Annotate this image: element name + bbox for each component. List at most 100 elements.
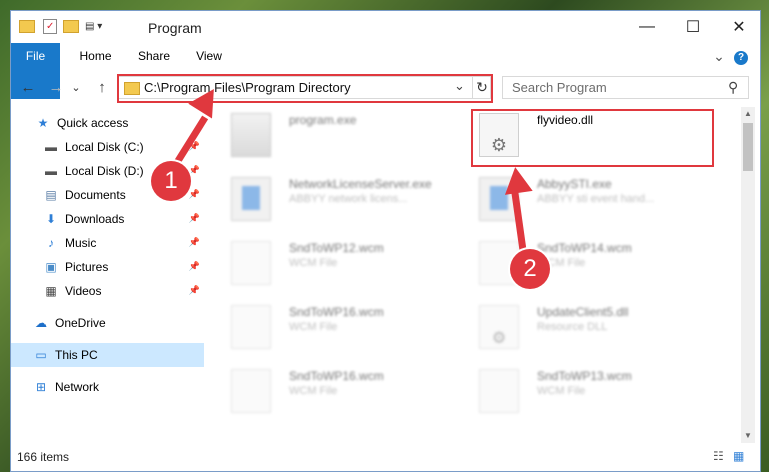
help-glyph: ? [734, 51, 748, 65]
file-name: NetworkLicenseServer.exe [289, 177, 432, 191]
file-item[interactable]: program.exe [211, 107, 451, 163]
star-icon: ★ [37, 116, 49, 130]
file-item[interactable]: SndToWP16.wcm WCM File [211, 363, 451, 419]
forward-button[interactable]: → [45, 77, 67, 97]
file-name: UpdateClient5.dll [537, 305, 629, 319]
pin-icon[interactable]: 📌 [189, 189, 200, 200]
sidebar-item-downloads[interactable]: ⬇ Downloads 📌 [11, 207, 204, 231]
vertical-scrollbar[interactable]: ▲ ▼ [741, 107, 755, 443]
file-name: SndToWP14.wcm [537, 241, 632, 255]
documents-icon: ▤ [45, 188, 57, 202]
tab-home[interactable]: Home [73, 43, 118, 69]
pictures-icon: ▣ [45, 260, 57, 274]
pin-icon[interactable]: 📌 [189, 285, 200, 296]
step-badge-1: 1 [151, 161, 191, 201]
status-bar: 166 items ☷ ▦ [11, 443, 760, 471]
minimize-button[interactable]: — [624, 11, 670, 43]
exe-icon [231, 177, 271, 221]
title-bar: ✓ ▤ ▾ Program — ☐ ✕ [11, 11, 760, 43]
recent-locations-button[interactable]: ⌄ [69, 77, 83, 97]
dll-gear-icon: ⚙ [479, 305, 519, 349]
file-description: WCM File [289, 321, 338, 333]
search-placeholder: Search Program [512, 80, 607, 95]
file-description: WCM File [289, 257, 338, 269]
maximize-button[interactable]: ☐ [670, 11, 716, 43]
videos-icon: ▦ [45, 284, 57, 298]
file-item[interactable]: ⚙ UpdateClient5.dll Resource DLL [459, 299, 699, 355]
sidebar-item-label: This PC [55, 348, 98, 362]
pin-icon[interactable]: 📌 [189, 261, 200, 272]
sidebar-item-label: Documents [65, 188, 126, 202]
scroll-up-arrow[interactable]: ▲ [741, 107, 755, 121]
expand-ribbon-icon[interactable]: ⌄ [711, 43, 727, 69]
sidebar-item-pictures[interactable]: ▣ Pictures 📌 [11, 255, 204, 279]
file-item[interactable]: SndToWP14.wcm WCM File [459, 235, 699, 291]
sidebar-item-label: OneDrive [55, 316, 106, 330]
file-description: ABBYY network licens... [289, 193, 408, 205]
explorer-window: ✓ ▤ ▾ Program — ☐ ✕ File Home Share View… [10, 10, 761, 472]
file-highlight [471, 109, 714, 167]
large-icons-view-icon[interactable]: ▦ [733, 449, 744, 463]
folder-icon[interactable] [19, 20, 35, 33]
pin-icon[interactable]: 📌 [189, 165, 200, 176]
file-item[interactable]: NetworkLicenseServer.exe ABBYY network l… [211, 171, 451, 227]
sidebar-item-onedrive[interactable]: ☁ OneDrive [11, 311, 204, 335]
file-item[interactable]: SndToWP12.wcm WCM File [211, 235, 451, 291]
sidebar-item-music[interactable]: ♪ Music 📌 [11, 231, 204, 255]
document-icon [231, 305, 271, 349]
pin-icon[interactable]: 📌 [189, 237, 200, 248]
file-name: SndToWP16.wcm [289, 369, 384, 383]
sidebar-item-label: Downloads [65, 212, 125, 226]
sidebar-item-label: Videos [65, 284, 102, 298]
quick-access-toolbar: ✓ ▤ ▾ [19, 19, 102, 34]
cloud-icon: ☁ [35, 316, 47, 330]
document-icon [479, 369, 519, 413]
file-item[interactable]: SndToWP16.wcm WCM File [211, 299, 451, 355]
file-name: program.exe [289, 113, 357, 127]
file-description: WCM File [289, 385, 338, 397]
address-bar-highlight [117, 74, 493, 103]
sidebar-item-videos[interactable]: ▦ Videos 📌 [11, 279, 204, 303]
sidebar-item-local-disk-c[interactable]: ▬ Local Disk (C:) 📌 [11, 135, 204, 159]
file-item[interactable]: AbbyySTI.exe ABBYY sti event hand... [459, 171, 699, 227]
scroll-thumb[interactable] [743, 123, 753, 171]
tab-view[interactable]: View [188, 43, 230, 69]
drive-icon: ▬ [45, 164, 57, 178]
window-title: Program [148, 20, 202, 36]
network-icon: ⊞ [35, 380, 47, 394]
file-name: SndToWP12.wcm [289, 241, 384, 255]
search-input[interactable]: Search Program ⚲ [502, 76, 749, 99]
sidebar-item-label: Music [65, 236, 97, 250]
ribbon-tabs: File Home Share View ⌄ ? [11, 43, 760, 99]
file-description: Resource DLL [537, 321, 608, 333]
document-icon [231, 369, 271, 413]
up-button[interactable]: ↑ [91, 77, 113, 97]
new-folder-icon[interactable] [63, 20, 79, 33]
properties-icon[interactable]: ✓ [43, 19, 57, 34]
pin-icon[interactable]: 📌 [189, 213, 200, 224]
music-icon: ♪ [48, 236, 54, 250]
close-button[interactable]: ✕ [716, 11, 760, 43]
sidebar-item-this-pc[interactable]: ▭ This PC [11, 343, 204, 367]
computer-icon: ▭ [35, 348, 47, 362]
arrowhead-2-icon [501, 165, 533, 195]
step-badge-2: 2 [510, 249, 550, 289]
help-icon[interactable]: ? [733, 43, 749, 69]
scroll-down-arrow[interactable]: ▼ [741, 429, 755, 443]
back-button[interactable]: ← [17, 77, 39, 97]
sidebar-item-quick-access[interactable]: ★ Quick access [11, 111, 204, 135]
sidebar-item-label: Pictures [65, 260, 109, 274]
sidebar-item-network[interactable]: ⊞ Network [11, 375, 204, 399]
search-icon[interactable]: ⚲ [728, 79, 738, 96]
file-item[interactable]: SndToWP13.wcm WCM File [459, 363, 699, 419]
document-icon [231, 241, 271, 285]
sidebar-item-label: Network [55, 380, 100, 394]
customize-toolbar-icon[interactable]: ▤ ▾ [85, 21, 102, 32]
item-count: 166 items [17, 450, 70, 464]
download-icon: ⬇ [45, 212, 57, 226]
tab-share[interactable]: Share [131, 43, 177, 69]
details-view-icon[interactable]: ☷ [713, 449, 724, 463]
file-name: SndToWP16.wcm [289, 305, 384, 319]
sidebar-item-label: Quick access [57, 116, 129, 130]
file-name: AbbyySTI.exe [537, 177, 612, 191]
